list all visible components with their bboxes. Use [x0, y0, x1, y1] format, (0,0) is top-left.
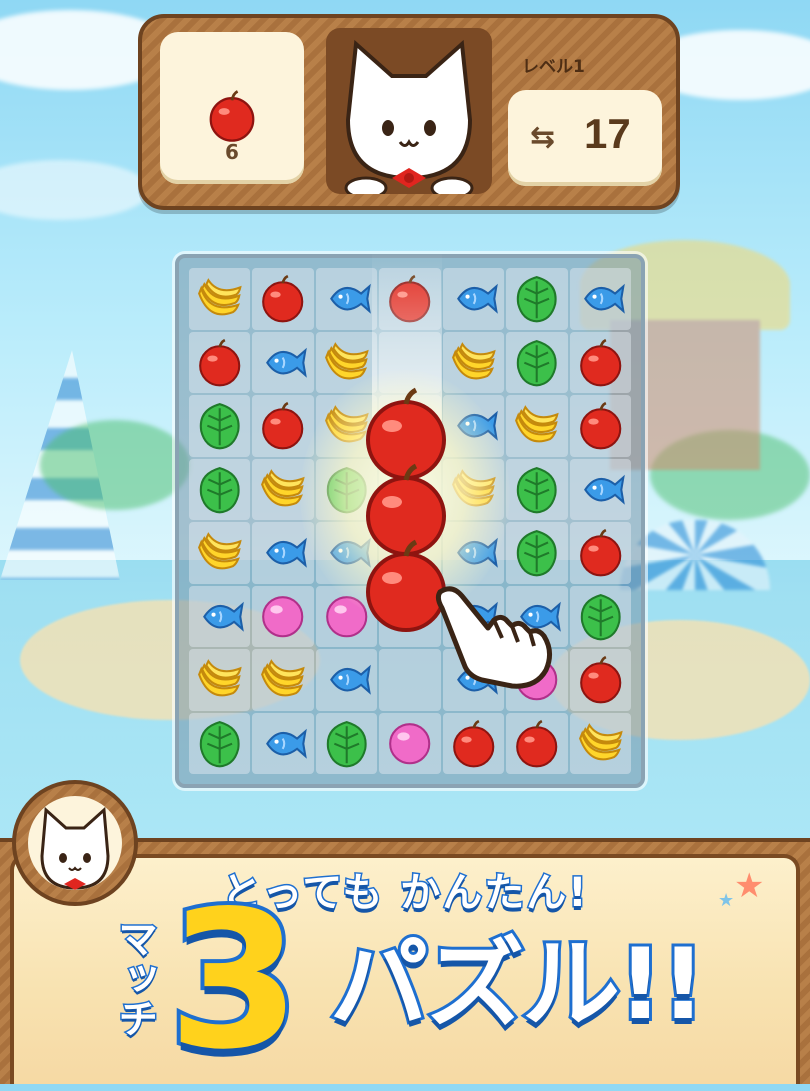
board-cell[interactable] [569, 585, 631, 647]
leaf-tile-icon [580, 593, 621, 640]
apple-tile-icon [579, 528, 621, 577]
cat-mascot [344, 39, 474, 194]
fish-tile-icon [329, 664, 371, 695]
moves-count: 17 [584, 110, 631, 157]
board-cell[interactable] [252, 585, 314, 647]
fish-tile-icon [583, 474, 625, 505]
board-cell[interactable] [252, 649, 314, 711]
big-number: 3 [164, 870, 304, 1091]
board-cell[interactable] [252, 268, 314, 330]
board-cell[interactable] [569, 458, 631, 520]
board-cell[interactable] [442, 712, 505, 774]
board-cell[interactable] [506, 712, 568, 774]
board-cell[interactable] [252, 395, 314, 457]
leaf-tile-icon [326, 720, 367, 767]
fish-tile-icon [203, 601, 244, 632]
pink-tile-icon [262, 595, 304, 637]
cat-mascot-frame [326, 28, 492, 194]
board-cell[interactable] [189, 712, 251, 774]
match-label: マッチ [110, 917, 159, 1040]
fish-tile-icon [266, 728, 308, 759]
banana-tile-icon [515, 405, 559, 443]
palm-tree-background [40, 420, 190, 510]
banana-tile-icon [578, 722, 623, 760]
board-cell[interactable] [189, 331, 251, 393]
banana-tile-icon [198, 532, 242, 570]
board-cell[interactable] [569, 331, 631, 393]
pointing-hand-icon [435, 586, 552, 689]
board-cell[interactable] [189, 649, 251, 711]
board-cell[interactable] [506, 458, 568, 520]
apple-tile-icon [579, 401, 621, 450]
leaf-tile-icon [199, 720, 240, 767]
board-cell[interactable] [252, 331, 314, 393]
board-cell[interactable] [189, 268, 251, 330]
swap-arrows-icon: ⇆ [530, 120, 556, 155]
banana-tile-icon [198, 659, 242, 697]
board-cell[interactable] [569, 268, 631, 330]
leaf-tile-icon [516, 276, 557, 323]
apple-tile-icon [516, 719, 558, 767]
tagline: とっても かんたん! [220, 869, 589, 918]
leaf-tile-icon [199, 466, 240, 513]
board-cell[interactable] [379, 712, 441, 774]
board-cell[interactable] [189, 522, 251, 584]
puzzle-label: パズル!! [327, 927, 708, 1043]
board-cell[interactable] [315, 712, 378, 774]
board-cell[interactable] [189, 585, 251, 647]
level-label: レベル1 [522, 57, 585, 77]
board-cell[interactable] [189, 458, 251, 520]
board-cell[interactable] [315, 649, 378, 711]
leaf-tile-icon [516, 466, 557, 513]
board-cell[interactable] [506, 268, 568, 330]
board-cell[interactable] [569, 712, 631, 774]
leaf-tile-icon [516, 339, 557, 386]
board-cell[interactable] [315, 268, 378, 330]
apple-tile-icon [452, 719, 494, 767]
banana-tile-icon [451, 341, 496, 379]
apple-icon [209, 90, 255, 142]
game-hud: 6 レベル1 ⇆ 17 [138, 14, 680, 210]
board-cell[interactable] [506, 522, 568, 584]
fish-tile-icon [456, 283, 498, 314]
board-cell[interactable] [569, 395, 631, 457]
board-cell[interactable] [569, 522, 631, 584]
board-cell[interactable] [189, 395, 251, 457]
board-cell[interactable] [506, 331, 568, 393]
apple-tile-icon [262, 401, 304, 450]
fish-tile-icon [329, 283, 371, 314]
fish-tile-icon [583, 283, 625, 314]
board-cell[interactable] [252, 712, 314, 774]
moves-card: ⇆ 17 [508, 90, 662, 186]
fish-tile-icon [266, 347, 308, 378]
goal-card: 6 [160, 32, 304, 184]
fish-tile-icon [266, 537, 308, 568]
banana-tile-icon [198, 278, 242, 316]
apple-tile-icon [579, 655, 621, 704]
goal-count: 6 [225, 140, 239, 164]
banana-tile-icon [261, 659, 306, 697]
leaf-tile-icon [199, 403, 240, 450]
leaf-tile-icon [516, 530, 557, 577]
board-cell[interactable] [569, 649, 631, 711]
apple-tile-icon [262, 274, 304, 323]
cloud [0, 160, 150, 220]
board-cell[interactable] [506, 395, 568, 457]
apple-tile-icon [579, 338, 621, 386]
apple-tile-icon [199, 338, 241, 386]
pink-tile-icon [389, 722, 431, 764]
board-cell[interactable] [442, 268, 505, 330]
